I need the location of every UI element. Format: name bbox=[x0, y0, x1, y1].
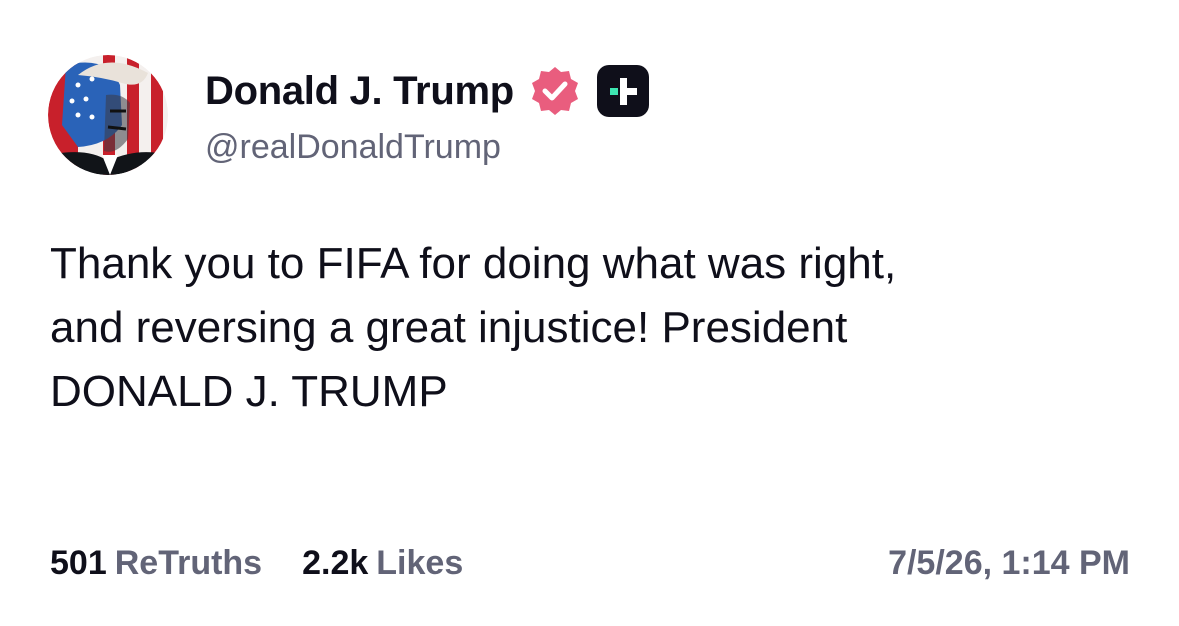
likes-label: Likes bbox=[376, 543, 464, 582]
post-timestamp[interactable]: 7/5/26, 1:14 PM bbox=[888, 544, 1130, 583]
avatar-portrait-image bbox=[48, 55, 168, 175]
truth-post: Donald J. Trump @realDonaldTrump Thank y… bbox=[0, 0, 1179, 626]
likes-count: 2.2k bbox=[302, 543, 369, 582]
retruths-label: ReTruths bbox=[114, 543, 263, 582]
post-stats: 501 ReTruths 2.2k Likes 7/5/26, 1:14 PM bbox=[50, 538, 1130, 588]
retruths-stat[interactable]: 501 ReTruths bbox=[50, 544, 262, 583]
author-display-name[interactable]: Donald J. Trump bbox=[205, 69, 514, 114]
plus-badge-icon bbox=[596, 64, 650, 118]
author-handle[interactable]: @realDonaldTrump bbox=[205, 128, 501, 167]
retruths-count: 501 bbox=[50, 543, 107, 582]
avatar[interactable] bbox=[48, 55, 168, 175]
verified-badge-icon bbox=[528, 64, 582, 118]
author-name-row: Donald J. Trump bbox=[205, 62, 650, 120]
likes-stat[interactable]: 2.2k Likes bbox=[302, 544, 463, 583]
post-text: Thank you to FIFA for doing what was rig… bbox=[50, 239, 897, 416]
